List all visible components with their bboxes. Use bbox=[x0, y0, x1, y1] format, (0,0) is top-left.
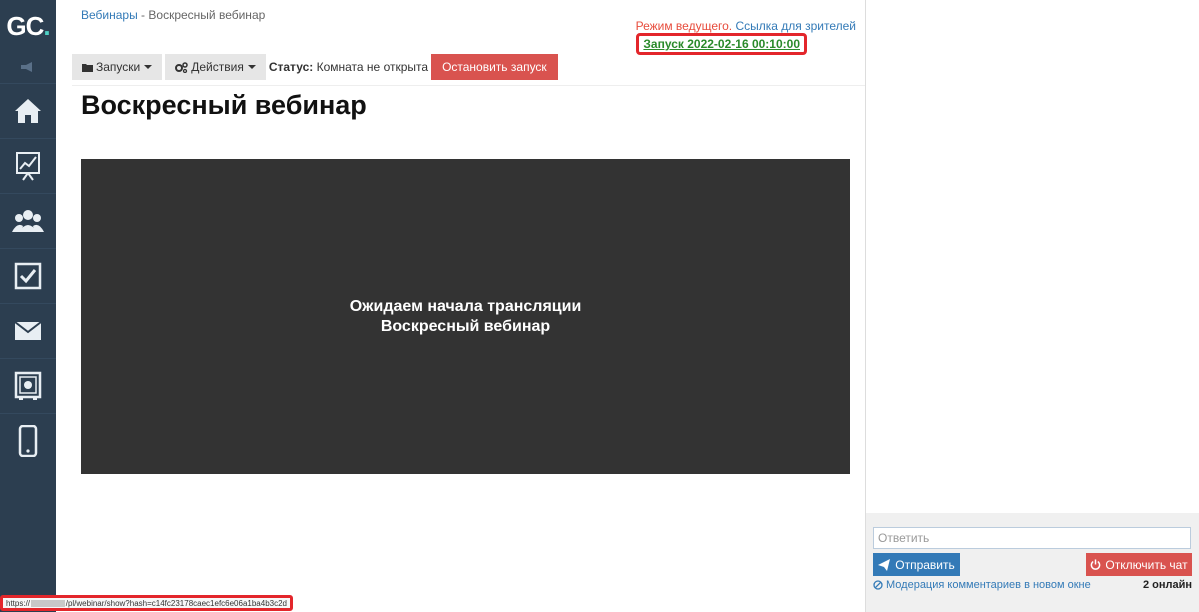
page-title: Воскресный вебинар bbox=[81, 90, 367, 120]
host-mode-info: Режим ведущего. Ссылка для зрителей bbox=[636, 19, 856, 33]
launches-label: Запуски bbox=[96, 60, 141, 74]
chevron-down-icon bbox=[247, 65, 256, 69]
actions-dropdown-button[interactable]: Действия bbox=[165, 54, 266, 80]
app-root: GC. Вебинары - Воскресный вебинар Режим … bbox=[0, 0, 1199, 612]
logo-text: GC bbox=[6, 10, 44, 41]
sidebar-item-mobile[interactable] bbox=[0, 413, 56, 468]
sidebar-item-tasks[interactable] bbox=[0, 248, 56, 303]
url-suffix: /pl/webinar/show?hash=c14fc23178caec1efc… bbox=[65, 598, 287, 608]
home-icon bbox=[15, 99, 41, 123]
folder-icon bbox=[82, 63, 93, 72]
host-mode-text: Режим ведущего. bbox=[635, 19, 733, 33]
launch-link[interactable]: Запуск 2022-02-16 00:10:00 bbox=[636, 33, 807, 55]
ban-icon bbox=[873, 580, 883, 590]
breadcrumb-separator: - bbox=[137, 8, 149, 22]
chat-compose-area: Отправить Отключить чат Модерация коммен… bbox=[866, 513, 1199, 612]
sidebar-item-mail[interactable] bbox=[0, 303, 56, 358]
sidebar-item-reports[interactable] bbox=[0, 138, 56, 193]
moderation-link[interactable]: Модерация комментариев в новом окне bbox=[873, 579, 1091, 591]
room-status: Статус: Комната не открыта bbox=[269, 60, 428, 74]
breadcrumb-current: Воскресный вебинар bbox=[148, 8, 266, 22]
url-prefix: https:// bbox=[6, 598, 31, 608]
reply-input[interactable] bbox=[873, 527, 1191, 549]
launches-dropdown-button[interactable]: Запуски bbox=[72, 54, 163, 80]
disable-chat-label: Отключить чат bbox=[1105, 557, 1188, 572]
stop-launch-button[interactable]: Остановить запуск bbox=[431, 54, 558, 80]
checkbox-icon bbox=[14, 262, 42, 290]
send-label: Отправить bbox=[895, 557, 955, 572]
chart-icon bbox=[16, 152, 40, 181]
status-label: Статус: bbox=[268, 60, 314, 74]
player-webinar-title: Воскресный вебинар bbox=[380, 317, 551, 335]
viewer-link[interactable]: Ссылка для зрителей bbox=[735, 19, 856, 33]
player-waiting-text: Ожидаем начала трансляции bbox=[349, 297, 582, 315]
chat-panel: Отправить Отключить чат Модерация коммен… bbox=[865, 0, 1199, 612]
status-value: Комната не открыта bbox=[316, 60, 429, 74]
safe-icon bbox=[14, 371, 42, 400]
logo-dot: . bbox=[43, 10, 50, 41]
gears-icon bbox=[175, 61, 188, 73]
toolbar: Запуски Действия Статус: Комната не откр… bbox=[72, 54, 558, 80]
mobile-icon bbox=[18, 425, 38, 457]
online-count: 2 онлайн bbox=[1142, 579, 1192, 591]
video-player[interactable]: Ожидаем начала трансляции Воскресный веб… bbox=[81, 159, 850, 474]
collapse-toggle[interactable] bbox=[0, 52, 56, 82]
breadcrumb-link-webinars[interactable]: Вебинары bbox=[81, 8, 138, 22]
megaphone-icon bbox=[21, 62, 32, 72]
main-content: Вебинары - Воскресный вебинар Режим веду… bbox=[56, 0, 865, 612]
sidebar-item-home[interactable] bbox=[0, 83, 56, 138]
redacted-domain bbox=[31, 599, 65, 607]
sidebar: GC. bbox=[0, 0, 56, 612]
breadcrumb: Вебинары - Воскресный вебинар bbox=[81, 8, 265, 22]
chevron-down-icon bbox=[144, 65, 153, 69]
power-icon bbox=[1091, 559, 1101, 570]
toolbar-divider bbox=[72, 85, 865, 86]
users-icon bbox=[12, 210, 44, 232]
browser-status-url: https:// /pl/webinar/show?hash=c14fc2317… bbox=[0, 595, 293, 611]
logo[interactable]: GC. bbox=[0, 0, 56, 52]
sidebar-item-users[interactable] bbox=[0, 193, 56, 248]
moderation-label: Модерация комментариев в новом окне bbox=[886, 579, 1091, 591]
mail-icon bbox=[14, 321, 42, 340]
send-button[interactable]: Отправить bbox=[873, 553, 960, 576]
paper-plane-icon bbox=[878, 558, 891, 571]
sidebar-item-safe[interactable] bbox=[0, 358, 56, 413]
actions-label: Действия bbox=[191, 60, 244, 74]
disable-chat-button[interactable]: Отключить чат bbox=[1086, 553, 1192, 576]
